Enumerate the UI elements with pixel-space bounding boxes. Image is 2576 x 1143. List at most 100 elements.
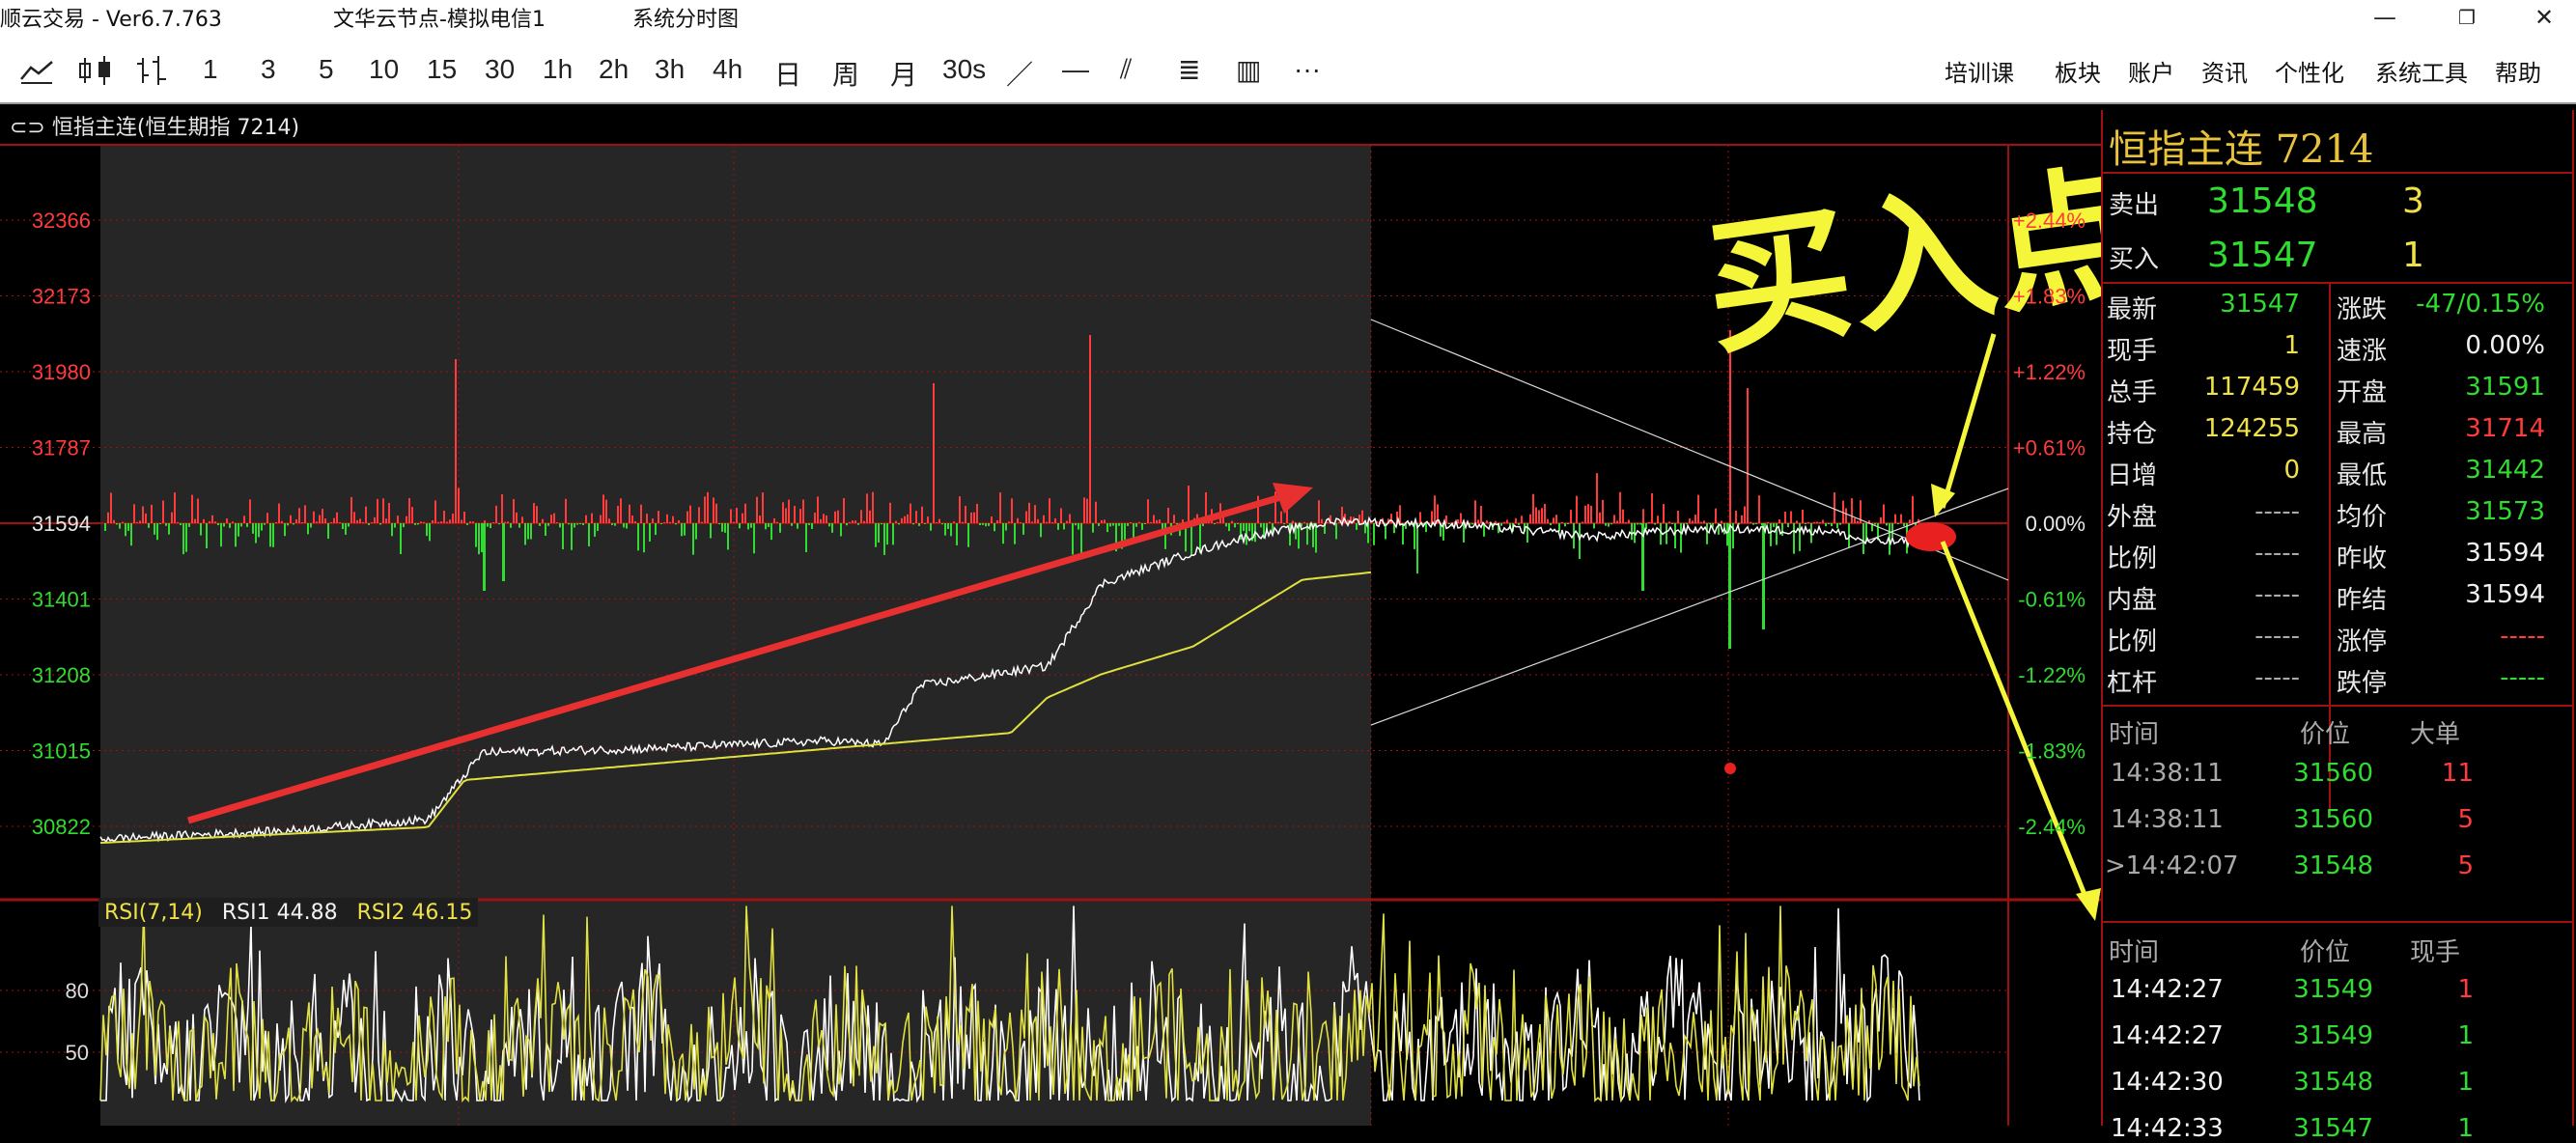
link-icon[interactable]: ⊂⊃ — [10, 116, 45, 140]
period-month[interactable]: 月 — [890, 54, 917, 93]
close-button[interactable]: ✕ — [2515, 0, 2573, 35]
menu-sectors[interactable]: 板块 — [2055, 54, 2101, 88]
period-day[interactable]: 日 — [774, 54, 801, 93]
period-5[interactable]: 5 — [319, 54, 334, 85]
volume-bar — [1886, 523, 1888, 526]
volume-bar — [1781, 523, 1783, 537]
volume-bar — [1663, 504, 1665, 523]
tick-volume: 1 — [2457, 1021, 2474, 1050]
volume-bar — [878, 523, 880, 544]
period-3h[interactable]: 3h — [655, 54, 685, 85]
volume-bar — [1373, 523, 1375, 545]
volume-bar — [1550, 523, 1552, 526]
volume-bar — [168, 523, 170, 535]
period-2h[interactable]: 2h — [599, 54, 629, 85]
sell-price[interactable]: 31548 — [2207, 181, 2318, 221]
volume-bar — [385, 518, 387, 523]
volume-bar — [681, 523, 683, 537]
volume-bar — [1567, 523, 1569, 525]
volume-bar — [1544, 503, 1546, 523]
volume-bar — [1639, 523, 1641, 525]
volume-bar — [1237, 523, 1239, 525]
period-10[interactable]: 10 — [369, 54, 399, 85]
volume-bar — [1909, 519, 1911, 523]
volume-bar — [307, 523, 309, 535]
text-lines-icon[interactable]: ≣ — [1178, 54, 1200, 86]
bars-icon[interactable]: ▥ — [1236, 54, 1261, 86]
bar-style-icon[interactable] — [133, 54, 172, 87]
period-15[interactable]: 15 — [427, 54, 457, 85]
volume-bar — [1051, 521, 1053, 523]
volume-bar — [834, 511, 836, 523]
volume-bar — [1477, 519, 1479, 523]
menu-personalize[interactable]: 个性化 — [2275, 54, 2344, 88]
period-1[interactable]: 1 — [203, 54, 218, 85]
volume-bar — [762, 492, 764, 523]
volume-bar — [304, 505, 306, 523]
menu-news[interactable]: 资讯 — [2201, 54, 2248, 88]
volume-bar — [1318, 500, 1320, 523]
volume-bar — [1596, 473, 1598, 523]
volume-bar — [854, 520, 856, 523]
line-chart-icon[interactable] — [19, 56, 54, 85]
volume-bar — [1457, 519, 1459, 523]
volume-bar — [634, 520, 636, 523]
tick-time: 14:42:30 — [2111, 1068, 2224, 1097]
volume-bar — [1755, 523, 1757, 525]
volume-bar — [472, 521, 474, 523]
volume-bar — [1637, 523, 1638, 525]
volume-bar — [1836, 523, 1838, 529]
rsi-indicator-selector[interactable]: RSI(7,14) — [104, 901, 203, 925]
period-week[interactable]: 周 — [832, 54, 859, 93]
field-value: 117459 — [2203, 373, 2300, 402]
volume-bar — [872, 491, 874, 523]
period-30s[interactable]: 30s — [942, 54, 986, 85]
volume-bar — [739, 523, 741, 529]
volume-bar — [623, 523, 625, 528]
volume-bar — [938, 518, 940, 523]
parallel-line-icon[interactable]: ⫽ — [1120, 54, 1133, 86]
minimize-button[interactable]: — — [2356, 0, 2414, 35]
volume-bar — [1657, 516, 1659, 523]
pct-tick-label: +0.61% — [2013, 436, 2086, 460]
menu-help[interactable]: 帮助 — [2495, 54, 2541, 88]
buy-price[interactable]: 31547 — [2207, 236, 2318, 275]
price-tick-label: 31208 — [32, 663, 91, 687]
volume-bar — [533, 503, 535, 523]
volume-bar — [863, 520, 865, 523]
draw-line-icon[interactable]: ／ — [1006, 54, 1033, 93]
volume-bar — [154, 523, 155, 535]
intraday-chart[interactable]: 买入点 32366 +2.44% 32173 +1.83% 31980 +1.22% 317… — [0, 102, 2101, 1126]
volume-bar — [710, 523, 712, 539]
volume-bar — [388, 502, 390, 523]
volume-bar — [1150, 521, 1152, 523]
candlestick-icon[interactable] — [77, 54, 116, 87]
period-4h[interactable]: 4h — [713, 54, 742, 85]
maximize-button[interactable]: ❐ — [2438, 0, 2496, 35]
volume-bar — [432, 519, 434, 523]
volume-bar — [776, 521, 778, 523]
volume-bar — [1619, 491, 1621, 523]
volume-bar — [1796, 520, 1798, 523]
period-30[interactable]: 30 — [485, 54, 515, 85]
volume-bar — [411, 507, 413, 523]
volume-bar — [1805, 523, 1806, 525]
volume-bar — [1506, 519, 1508, 523]
volume-bar — [350, 496, 352, 523]
volume-bar — [1770, 523, 1772, 546]
volume-bar — [542, 518, 544, 523]
toolbar: 1 3 5 10 15 30 1h 2h 3h 4h 日 周 月 30s ／ —… — [0, 35, 2576, 104]
volume-bar — [116, 523, 118, 525]
horizontal-line-icon[interactable]: — — [1062, 54, 1089, 85]
period-3[interactable]: 3 — [261, 54, 276, 85]
pct-tick-label: -0.61% — [2018, 588, 2086, 612]
volume-bar — [1054, 517, 1056, 523]
volume-bar — [1106, 523, 1108, 533]
menu-training[interactable]: 培训课 — [1945, 54, 2014, 88]
menu-system-tools[interactable]: 系统工具 — [2375, 54, 2468, 88]
order-time: 14:38:11 — [2111, 805, 2224, 834]
period-1h[interactable]: 1h — [543, 54, 573, 85]
menu-account[interactable]: 账户 — [2128, 54, 2174, 88]
volume-bar — [904, 516, 906, 523]
more-icon[interactable]: ··· — [1294, 54, 1321, 85]
